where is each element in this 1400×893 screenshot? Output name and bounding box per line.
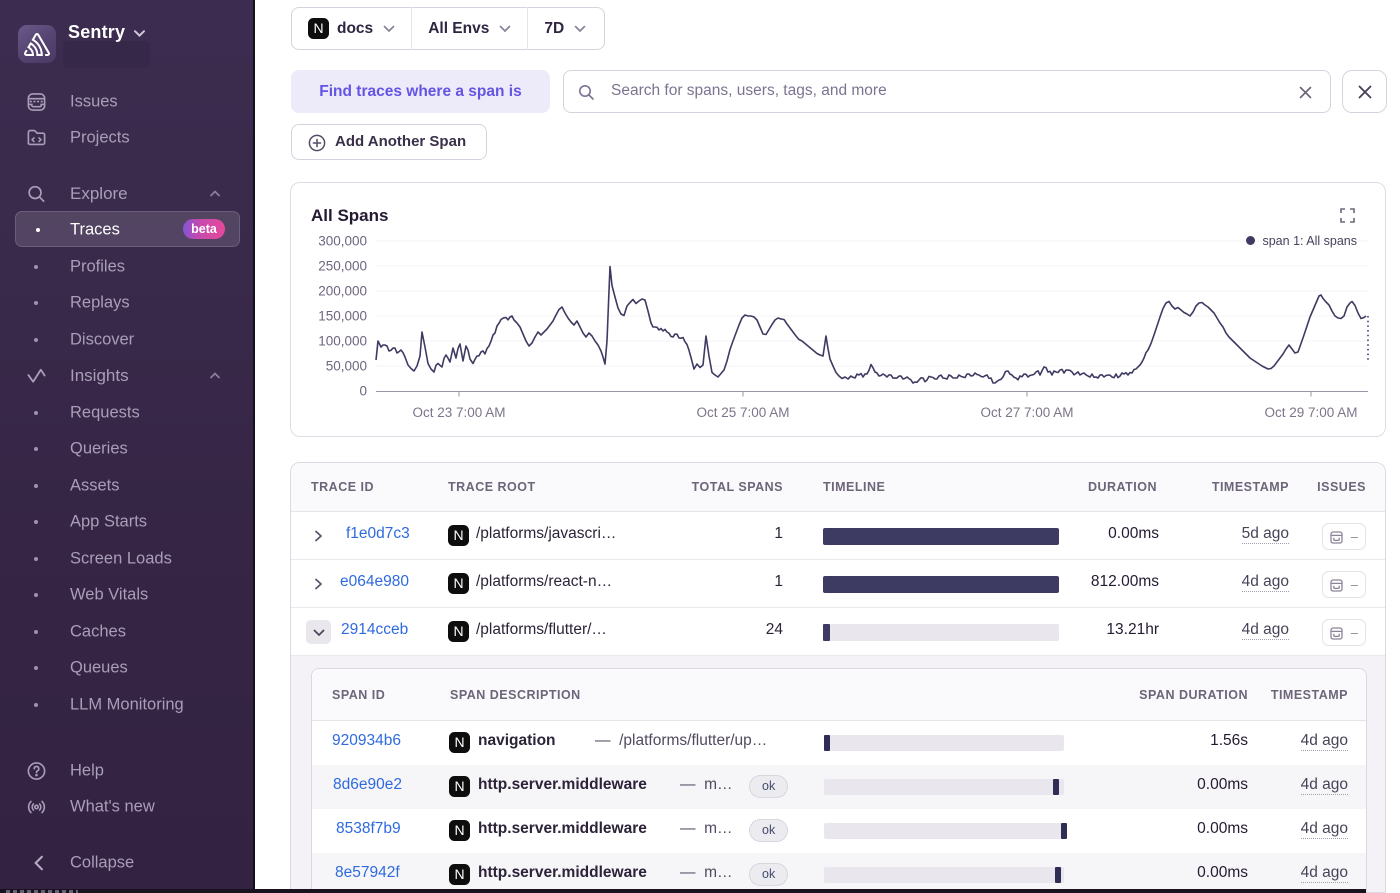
svg-text:150,000: 150,000	[318, 309, 367, 324]
svg-text:200,000: 200,000	[318, 284, 367, 299]
svg-text:300,000: 300,000	[318, 234, 367, 249]
svg-text:0: 0	[359, 384, 367, 399]
svg-text:Oct 27 7:00 AM: Oct 27 7:00 AM	[980, 405, 1073, 420]
svg-text:250,000: 250,000	[318, 259, 367, 274]
svg-text:50,000: 50,000	[326, 359, 367, 374]
svg-text:Oct 23 7:00 AM: Oct 23 7:00 AM	[412, 405, 505, 420]
svg-text:100,000: 100,000	[318, 334, 367, 349]
svg-text:Oct 29 7:00 AM: Oct 29 7:00 AM	[1264, 405, 1357, 420]
svg-text:Oct 25 7:00 AM: Oct 25 7:00 AM	[696, 405, 789, 420]
